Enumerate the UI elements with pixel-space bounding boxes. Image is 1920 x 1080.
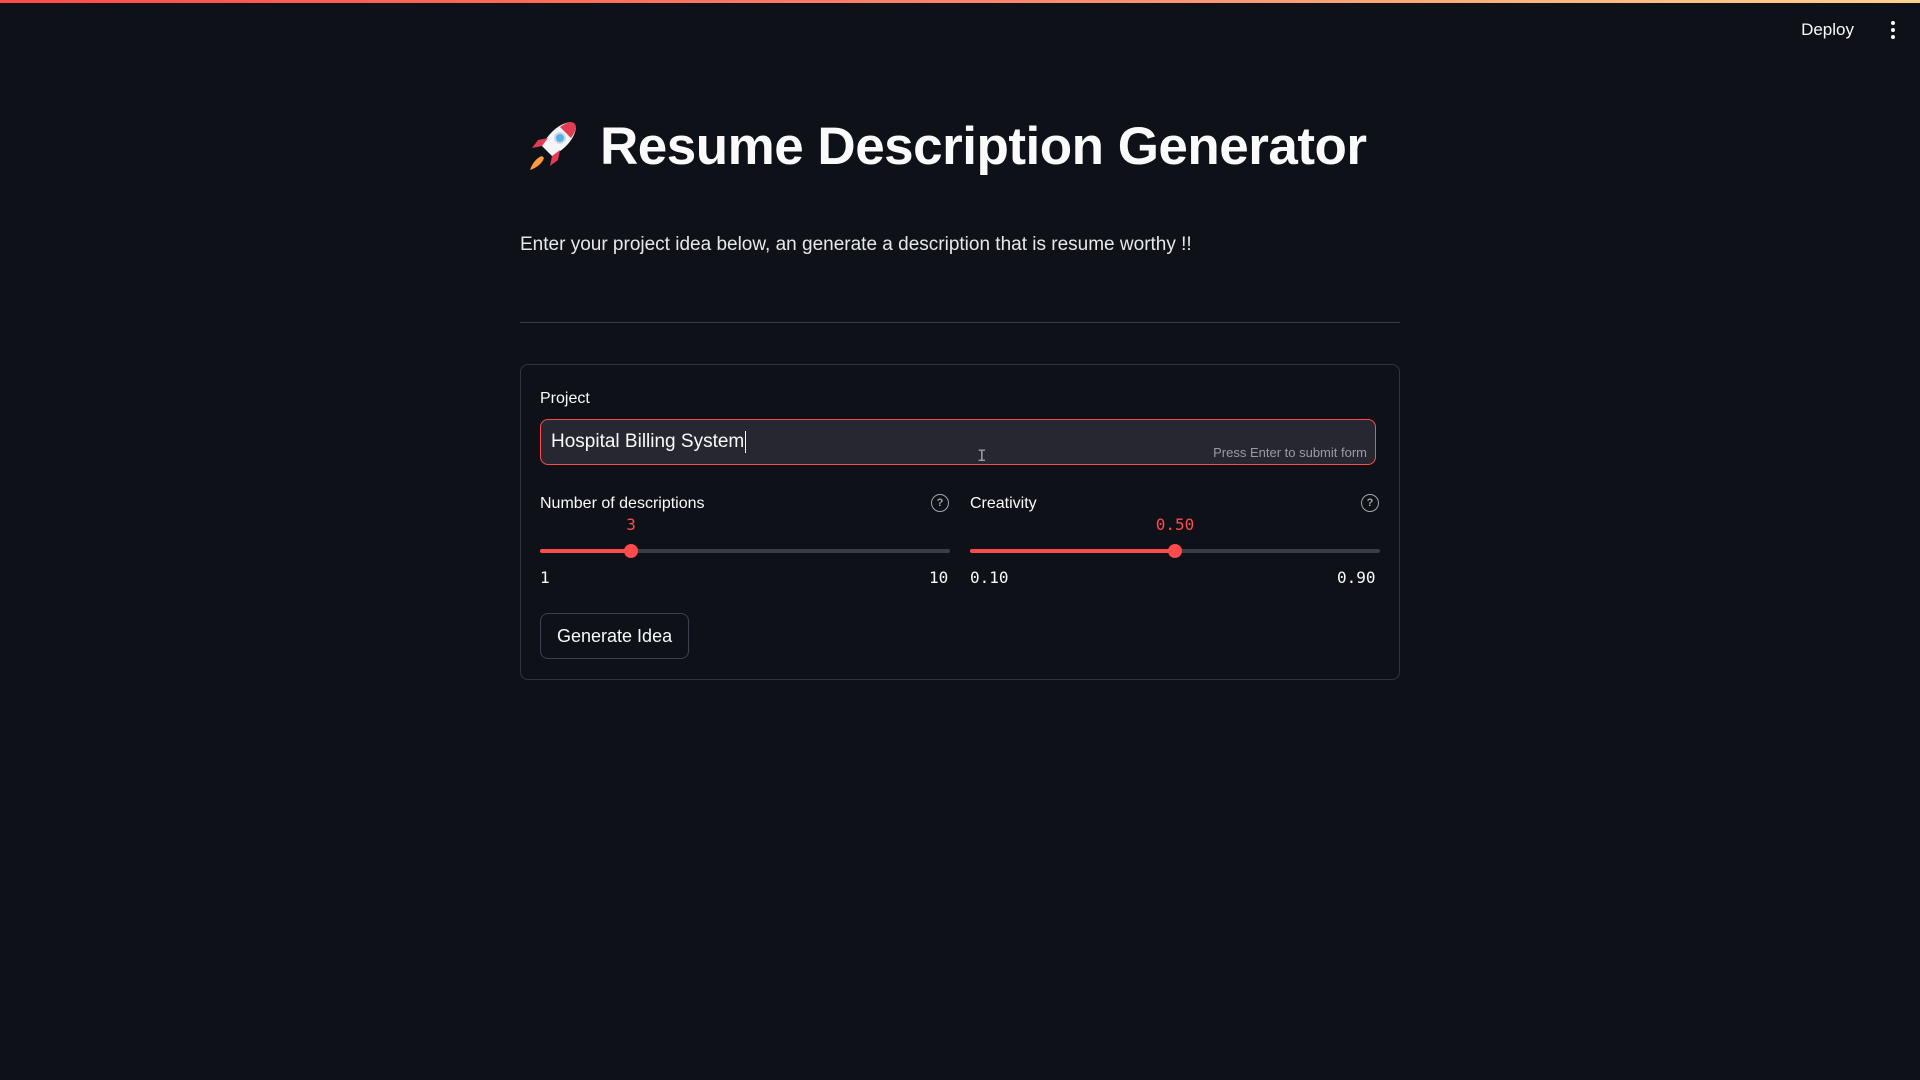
slider-min-label: 1: [540, 568, 550, 587]
text-caret: [745, 431, 747, 453]
page-title: Resume Description Generator: [600, 116, 1367, 176]
num-descriptions-slider[interactable]: 3: [540, 515, 950, 561]
app-header: Deploy: [0, 0, 1920, 60]
rocket-icon: [530, 122, 576, 170]
deploy-button[interactable]: Deploy: [1793, 14, 1862, 46]
divider: [520, 322, 1400, 323]
project-input-value[interactable]: Hospital Billing System: [551, 431, 744, 453]
ibeam-cursor-icon: I: [977, 446, 987, 465]
num-descriptions-label: Number of descriptions: [540, 495, 705, 512]
project-label: Project: [540, 390, 590, 407]
input-hint: Press Enter to submit form: [1213, 445, 1367, 460]
slider-fill: [540, 549, 632, 553]
page-subtitle: Enter your project idea below, an genera…: [520, 234, 1192, 255]
project-input[interactable]: Hospital Billing System Press Enter to s…: [540, 419, 1376, 465]
input-form: Project Hospital Billing System Press En…: [520, 364, 1400, 680]
slider-max-label: 0.90: [1337, 568, 1376, 587]
slider-thumb[interactable]: [624, 544, 639, 558]
generate-idea-button[interactable]: Generate Idea: [540, 613, 690, 659]
slider-thumb[interactable]: [1168, 544, 1182, 558]
creativity-slider[interactable]: 0.50: [970, 515, 1380, 561]
vertical-dots-icon[interactable]: [1884, 16, 1902, 44]
slider-fill: [970, 549, 1175, 553]
slider-min-label: 0.10: [970, 568, 1009, 587]
slider-value: 3: [626, 515, 636, 534]
creativity-label: Creativity: [970, 495, 1037, 512]
help-circle-icon[interactable]: ?: [1361, 494, 1379, 512]
help-circle-icon[interactable]: ?: [931, 494, 949, 512]
slider-max-label: 10: [929, 568, 949, 587]
title-row: Resume Description Generator: [520, 114, 1367, 178]
slider-value: 0.50: [1155, 515, 1195, 534]
